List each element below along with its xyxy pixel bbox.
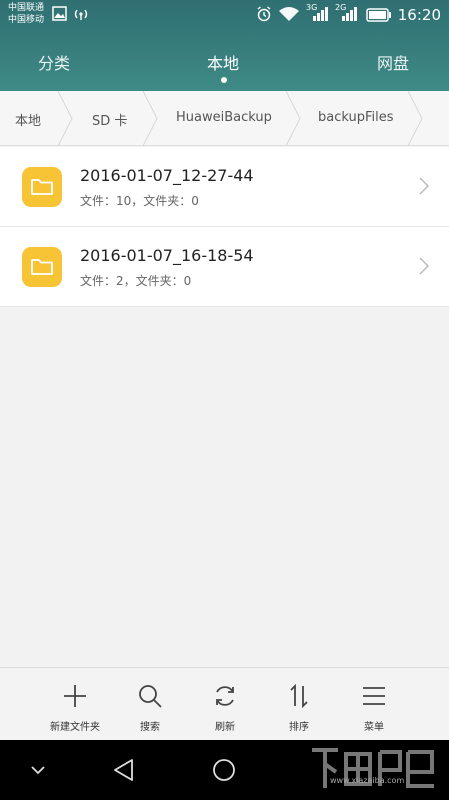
file-name: 2016-01-07_16-18-54 <box>80 246 254 265</box>
search-button[interactable]: 搜索 <box>115 668 185 741</box>
hotspot-icon <box>74 9 88 20</box>
watermark-text: www.xiazaiba.com <box>330 776 405 785</box>
battery-icon <box>366 8 391 22</box>
carrier-info: 中国联通 中国移动 <box>8 2 44 26</box>
signal-icon-2 <box>342 7 357 21</box>
list-item[interactable]: 2016-01-07_12-27-44 文件：10，文件夹：0 <box>0 147 449 227</box>
top-tabs: 分类 本地 网盘 <box>0 44 449 84</box>
breadcrumb-separator-icon <box>407 91 423 146</box>
file-meta: 文件：10，文件夹：0 <box>80 194 199 208</box>
new-folder-button[interactable]: 新建文件夹 <box>40 668 110 741</box>
image-notification-icon <box>52 6 67 21</box>
sort-icon <box>290 684 308 708</box>
back-icon[interactable] <box>112 758 136 782</box>
breadcrumb-local[interactable]: 本地 <box>15 110 41 129</box>
refresh-icon <box>216 686 234 706</box>
list-item[interactable]: 2016-01-07_16-18-54 文件：2，文件夹：0 <box>0 227 449 307</box>
breadcrumb: 本地 SD 卡 HuaweiBackup backupFiles <box>0 91 449 146</box>
breadcrumb-huaweibackup[interactable]: HuaweiBackup <box>176 110 272 125</box>
refresh-label: 刷新 <box>215 722 235 733</box>
search-label: 搜索 <box>140 722 160 733</box>
chevron-right-icon <box>419 177 429 195</box>
search-icon <box>139 685 162 708</box>
folder-icon <box>22 167 62 207</box>
sort-label: 排序 <box>289 722 309 733</box>
file-list: 2016-01-07_12-27-44 文件：10，文件夹：0 2016-01-… <box>0 147 449 307</box>
breadcrumb-separator-icon <box>142 91 158 146</box>
clock: 16:20 <box>397 6 441 24</box>
file-meta: 文件：2，文件夹：0 <box>80 274 192 288</box>
breadcrumb-separator-icon <box>285 91 301 146</box>
carrier-2: 中国移动 <box>8 15 45 25</box>
sort-button[interactable]: 排序 <box>264 668 334 741</box>
new-folder-label: 新建文件夹 <box>50 722 100 733</box>
tab-category[interactable]: 分类 <box>38 50 70 74</box>
home-icon[interactable] <box>212 758 236 782</box>
system-nav-bar <box>0 740 449 800</box>
tab-local[interactable]: 本地 <box>207 50 239 74</box>
breadcrumb-sd-card[interactable]: SD 卡 <box>92 110 127 129</box>
menu-label: 菜单 <box>364 722 384 733</box>
alarm-icon <box>257 6 271 22</box>
tab-cloud[interactable]: 网盘 <box>377 50 409 74</box>
plus-icon <box>64 685 86 707</box>
signal-icon-1 <box>313 7 328 21</box>
file-name: 2016-01-07_12-27-44 <box>80 166 254 185</box>
menu-button[interactable]: 菜单 <box>339 668 409 741</box>
breadcrumb-separator-icon <box>57 91 73 146</box>
app-header: 中国联通 中国移动 3G 2G 16:20 分类 本地 网盘 <box>0 0 449 91</box>
wifi-icon <box>279 7 299 21</box>
menu-icon <box>363 687 385 705</box>
bottom-toolbar: 新建文件夹 搜索 刷新 排序 菜单 <box>0 667 449 740</box>
chevron-down-icon[interactable] <box>30 764 46 776</box>
breadcrumb-backupfiles[interactable]: backupFiles <box>318 110 394 125</box>
chevron-right-icon <box>419 257 429 275</box>
active-tab-indicator <box>221 77 227 83</box>
refresh-button[interactable]: 刷新 <box>190 668 260 741</box>
carrier-1: 中国联通 <box>8 3 45 13</box>
folder-icon <box>22 247 62 287</box>
status-bar: 中国联通 中国移动 3G 2G 16:20 <box>0 0 449 32</box>
watermark-logo-icon <box>312 748 434 788</box>
